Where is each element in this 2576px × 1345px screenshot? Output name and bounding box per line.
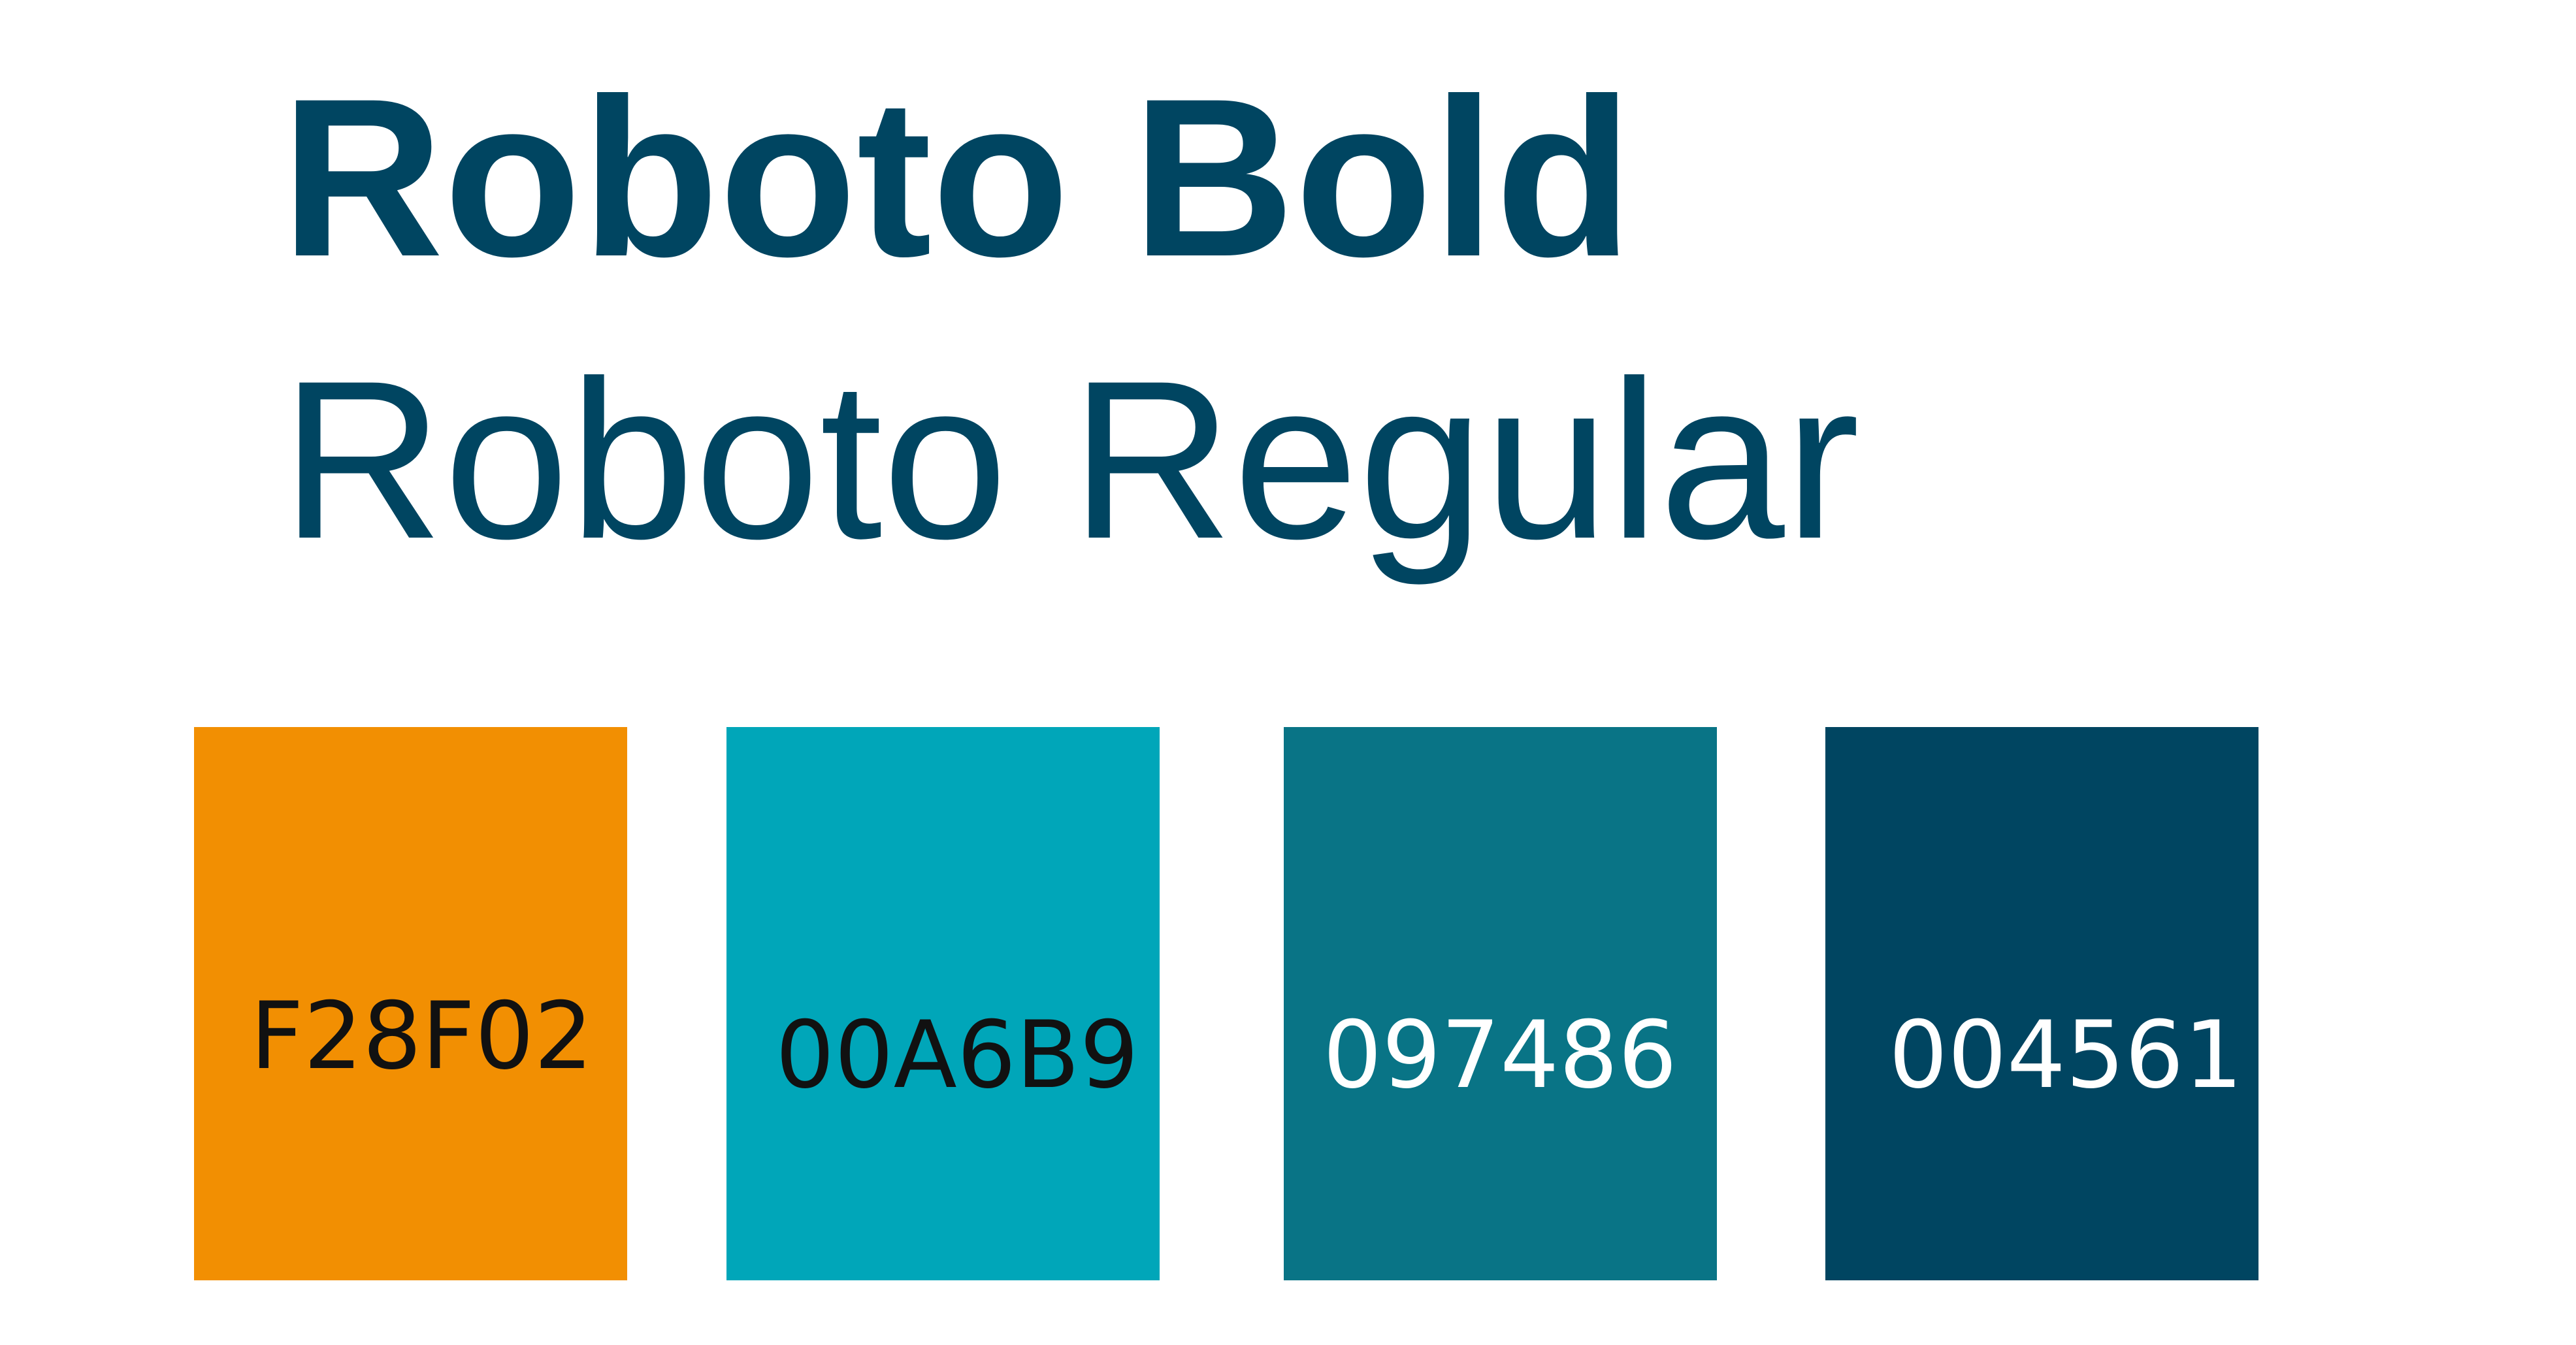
color-swatch-cyan: 00A6B9 — [726, 727, 1160, 1280]
swatch-hex-label: 097486 — [1323, 1001, 1678, 1109]
color-swatch-orange: F28F02 — [194, 727, 627, 1280]
font-sample-regular: Roboto Regular — [281, 334, 1860, 586]
swatch-hex-label: 004561 — [1889, 1001, 2243, 1109]
color-swatch-dark-blue: 004561 — [1825, 727, 2258, 1280]
swatch-hex-label: F28F02 — [250, 982, 593, 1090]
swatch-hex-label: 00A6B9 — [775, 1001, 1139, 1109]
color-swatch-teal: 097486 — [1284, 727, 1717, 1280]
font-sample-bold: Roboto Bold — [281, 52, 1633, 304]
